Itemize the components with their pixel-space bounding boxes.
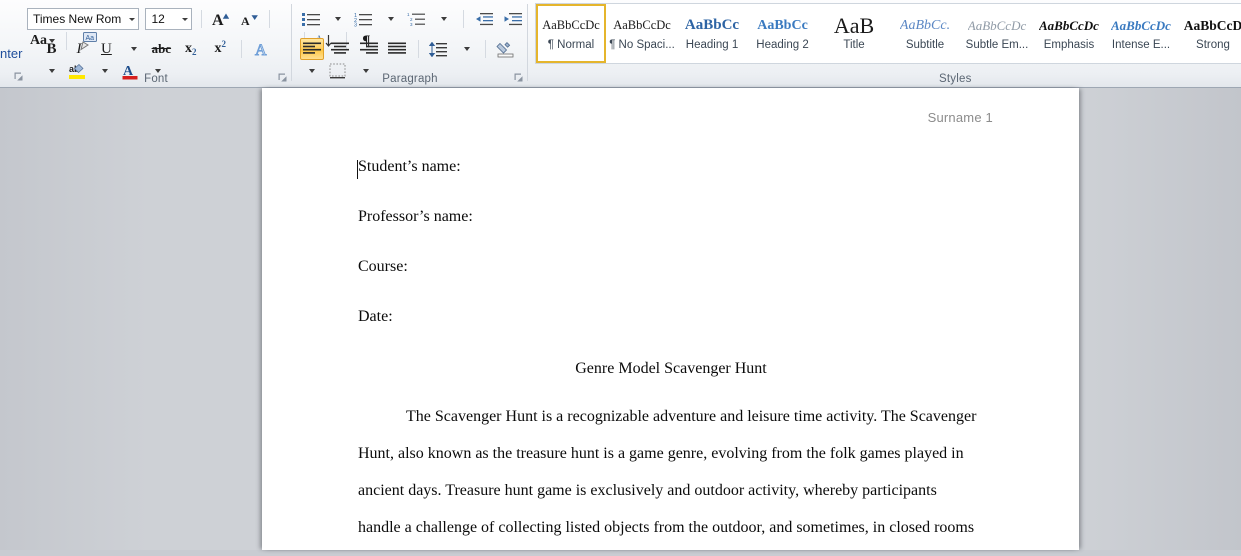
style-preview: AaBbCcDc xyxy=(613,17,671,32)
multilevel-list-dropdown-icon[interactable] xyxy=(432,8,454,30)
style-item-3[interactable]: AaBbCc Heading 2 xyxy=(746,4,819,63)
document-fields-block[interactable]: Student’s name: Professor’s name: Course: D… xyxy=(358,158,984,358)
document-canvas: Surname 1 Student’s name: Professor’s nam… xyxy=(0,88,1241,550)
bullets-icon[interactable] xyxy=(300,8,322,30)
bullets-dropdown-icon[interactable] xyxy=(326,8,348,30)
style-name: Heading 1 xyxy=(685,38,739,51)
style-name: Intense E... xyxy=(1111,38,1171,51)
document-body-paragraph[interactable]: The Scavenger Hunt is a recognizable adv… xyxy=(358,408,984,556)
style-item-1[interactable]: AaBbCcDc ¶ No Spaci... xyxy=(606,4,678,63)
document-page[interactable]: Surname 1 Student’s name: Professor’s nam… xyxy=(262,88,1079,550)
shrink-font-icon[interactable]: A xyxy=(239,8,261,30)
style-name: ¶ No Spaci... xyxy=(609,38,675,51)
style-name: Emphasis xyxy=(1043,38,1095,51)
style-item-5[interactable]: AaBbCc. Subtitle xyxy=(889,4,961,63)
paragraph-group-label: Paragraph xyxy=(382,73,438,85)
style-item-6[interactable]: AaBbCcDс Subtle Em... xyxy=(961,4,1033,63)
style-preview: AaBbCcDс xyxy=(1111,17,1171,33)
line-spacing-icon[interactable] xyxy=(427,38,450,60)
style-item-0[interactable]: AaBbCcDc ¶ Normal xyxy=(536,4,606,63)
document-body-line[interactable]: Hunt, also known as the treasure hunt is… xyxy=(358,445,984,482)
svg-text:3: 3 xyxy=(354,22,357,26)
grow-font-icon[interactable]: A xyxy=(210,8,234,30)
page-header-surname[interactable]: Surname 1 xyxy=(928,110,993,125)
ribbon-leftover-label: nter xyxy=(0,46,23,61)
style-preview: AaBbCcDc xyxy=(542,17,600,32)
style-item-4[interactable]: AaB Title xyxy=(819,4,889,63)
superscript-icon[interactable]: x2 xyxy=(208,38,233,60)
increase-indent-icon[interactable] xyxy=(501,8,525,30)
text-effects-icon[interactable]: A xyxy=(251,38,273,60)
decrease-indent-icon[interactable] xyxy=(472,8,496,30)
svg-text:A: A xyxy=(241,14,250,28)
document-body-line[interactable]: The Scavenger Hunt is a recognizable adv… xyxy=(358,408,984,445)
numbering-icon[interactable]: 123 xyxy=(353,8,375,30)
align-right-icon[interactable] xyxy=(357,38,381,60)
shading-icon[interactable] xyxy=(495,38,518,60)
font-dialog-launcher[interactable] xyxy=(277,72,288,83)
font-size-dropdown[interactable] xyxy=(176,9,192,29)
font-name-combo[interactable]: Times New Rom xyxy=(27,8,139,30)
style-preview: AaBbCc. xyxy=(899,17,951,33)
style-item-8[interactable]: AaBbCcDс Intense E... xyxy=(1105,4,1177,63)
subscript-icon[interactable]: x2 xyxy=(178,38,203,60)
line-spacing-dropdown-icon[interactable] xyxy=(455,38,477,60)
font-size-combo[interactable]: 12 xyxy=(145,8,193,30)
italic-icon[interactable]: I xyxy=(67,38,90,60)
numbering-dropdown-icon[interactable] xyxy=(379,8,401,30)
paragraph-dialog-launcher[interactable] xyxy=(513,72,524,83)
style-preview: AaBbCc xyxy=(757,17,808,33)
document-body-line[interactable]: ancient days. Treasure hunt game is excl… xyxy=(358,482,984,519)
underline-dropdown-icon[interactable] xyxy=(122,38,144,60)
style-preview: AaB xyxy=(833,16,875,34)
style-name: Subtitle xyxy=(905,38,945,51)
style-name: Strong xyxy=(1196,38,1230,51)
styles-group: AaBbCcDc ¶ Normal AaBbCcDc ¶ No Spaci... AaB… xyxy=(529,0,1241,87)
style-name: ¶ Normal xyxy=(547,38,595,51)
svg-text:A: A xyxy=(212,12,224,28)
style-item-9[interactable]: AaBbCcD Strong xyxy=(1177,4,1241,63)
font-name-value: Times New Rom xyxy=(33,12,122,26)
svg-text:A: A xyxy=(255,42,267,58)
document-field-line[interactable]: Professor’s name: xyxy=(358,208,984,258)
font-size-value: 12 xyxy=(151,12,165,26)
underline-icon[interactable]: U xyxy=(95,38,118,60)
ribbon: nter Times New Rom 12 A A Aa Aa B I U ab… xyxy=(0,0,1241,88)
style-preview: AaBbCcDс xyxy=(967,17,1027,33)
font-group-label: Font xyxy=(144,73,168,85)
style-item-2[interactable]: AaBbCс Heading 1 xyxy=(678,4,746,63)
style-name: Subtle Em... xyxy=(965,38,1029,51)
document-field-line[interactable]: Date: xyxy=(358,308,984,358)
document-body-line[interactable]: handle a challenge of collecting listed … xyxy=(358,519,984,556)
align-center-icon[interactable] xyxy=(328,38,352,60)
justify-icon[interactable] xyxy=(385,38,409,60)
font-name-dropdown[interactable] xyxy=(123,9,138,29)
svg-text:3: 3 xyxy=(410,22,413,27)
styles-gallery[interactable]: AaBbCcDc ¶ Normal AaBbCcDc ¶ No Spaci... AaB… xyxy=(535,3,1241,64)
style-name: Heading 2 xyxy=(756,38,809,51)
document-title-line[interactable]: Genre Model Scavenger Hunt xyxy=(358,360,984,378)
styles-group-label: Styles xyxy=(939,73,972,85)
align-left-icon[interactable] xyxy=(300,38,324,60)
style-preview: AaBbCс xyxy=(684,16,740,33)
strikethrough-icon[interactable]: abc xyxy=(149,38,174,60)
style-preview: AaBbCcDc xyxy=(1039,17,1099,33)
bold-icon[interactable]: B xyxy=(40,38,63,60)
style-preview: AaBbCcD xyxy=(1183,17,1241,33)
style-name: Title xyxy=(843,38,865,51)
document-field-line[interactable]: Student’s name: xyxy=(358,158,984,208)
multilevel-list-icon[interactable]: 123 xyxy=(406,8,428,30)
document-field-line[interactable]: Course: xyxy=(358,258,984,308)
font-group: Times New Rom 12 A A Aa Aa B I U abc x 2… xyxy=(22,0,290,87)
paragraph-group: 123 123 ¶ Paragraph xyxy=(294,0,526,87)
style-item-7[interactable]: AaBbCcDc Emphasis xyxy=(1033,4,1105,63)
